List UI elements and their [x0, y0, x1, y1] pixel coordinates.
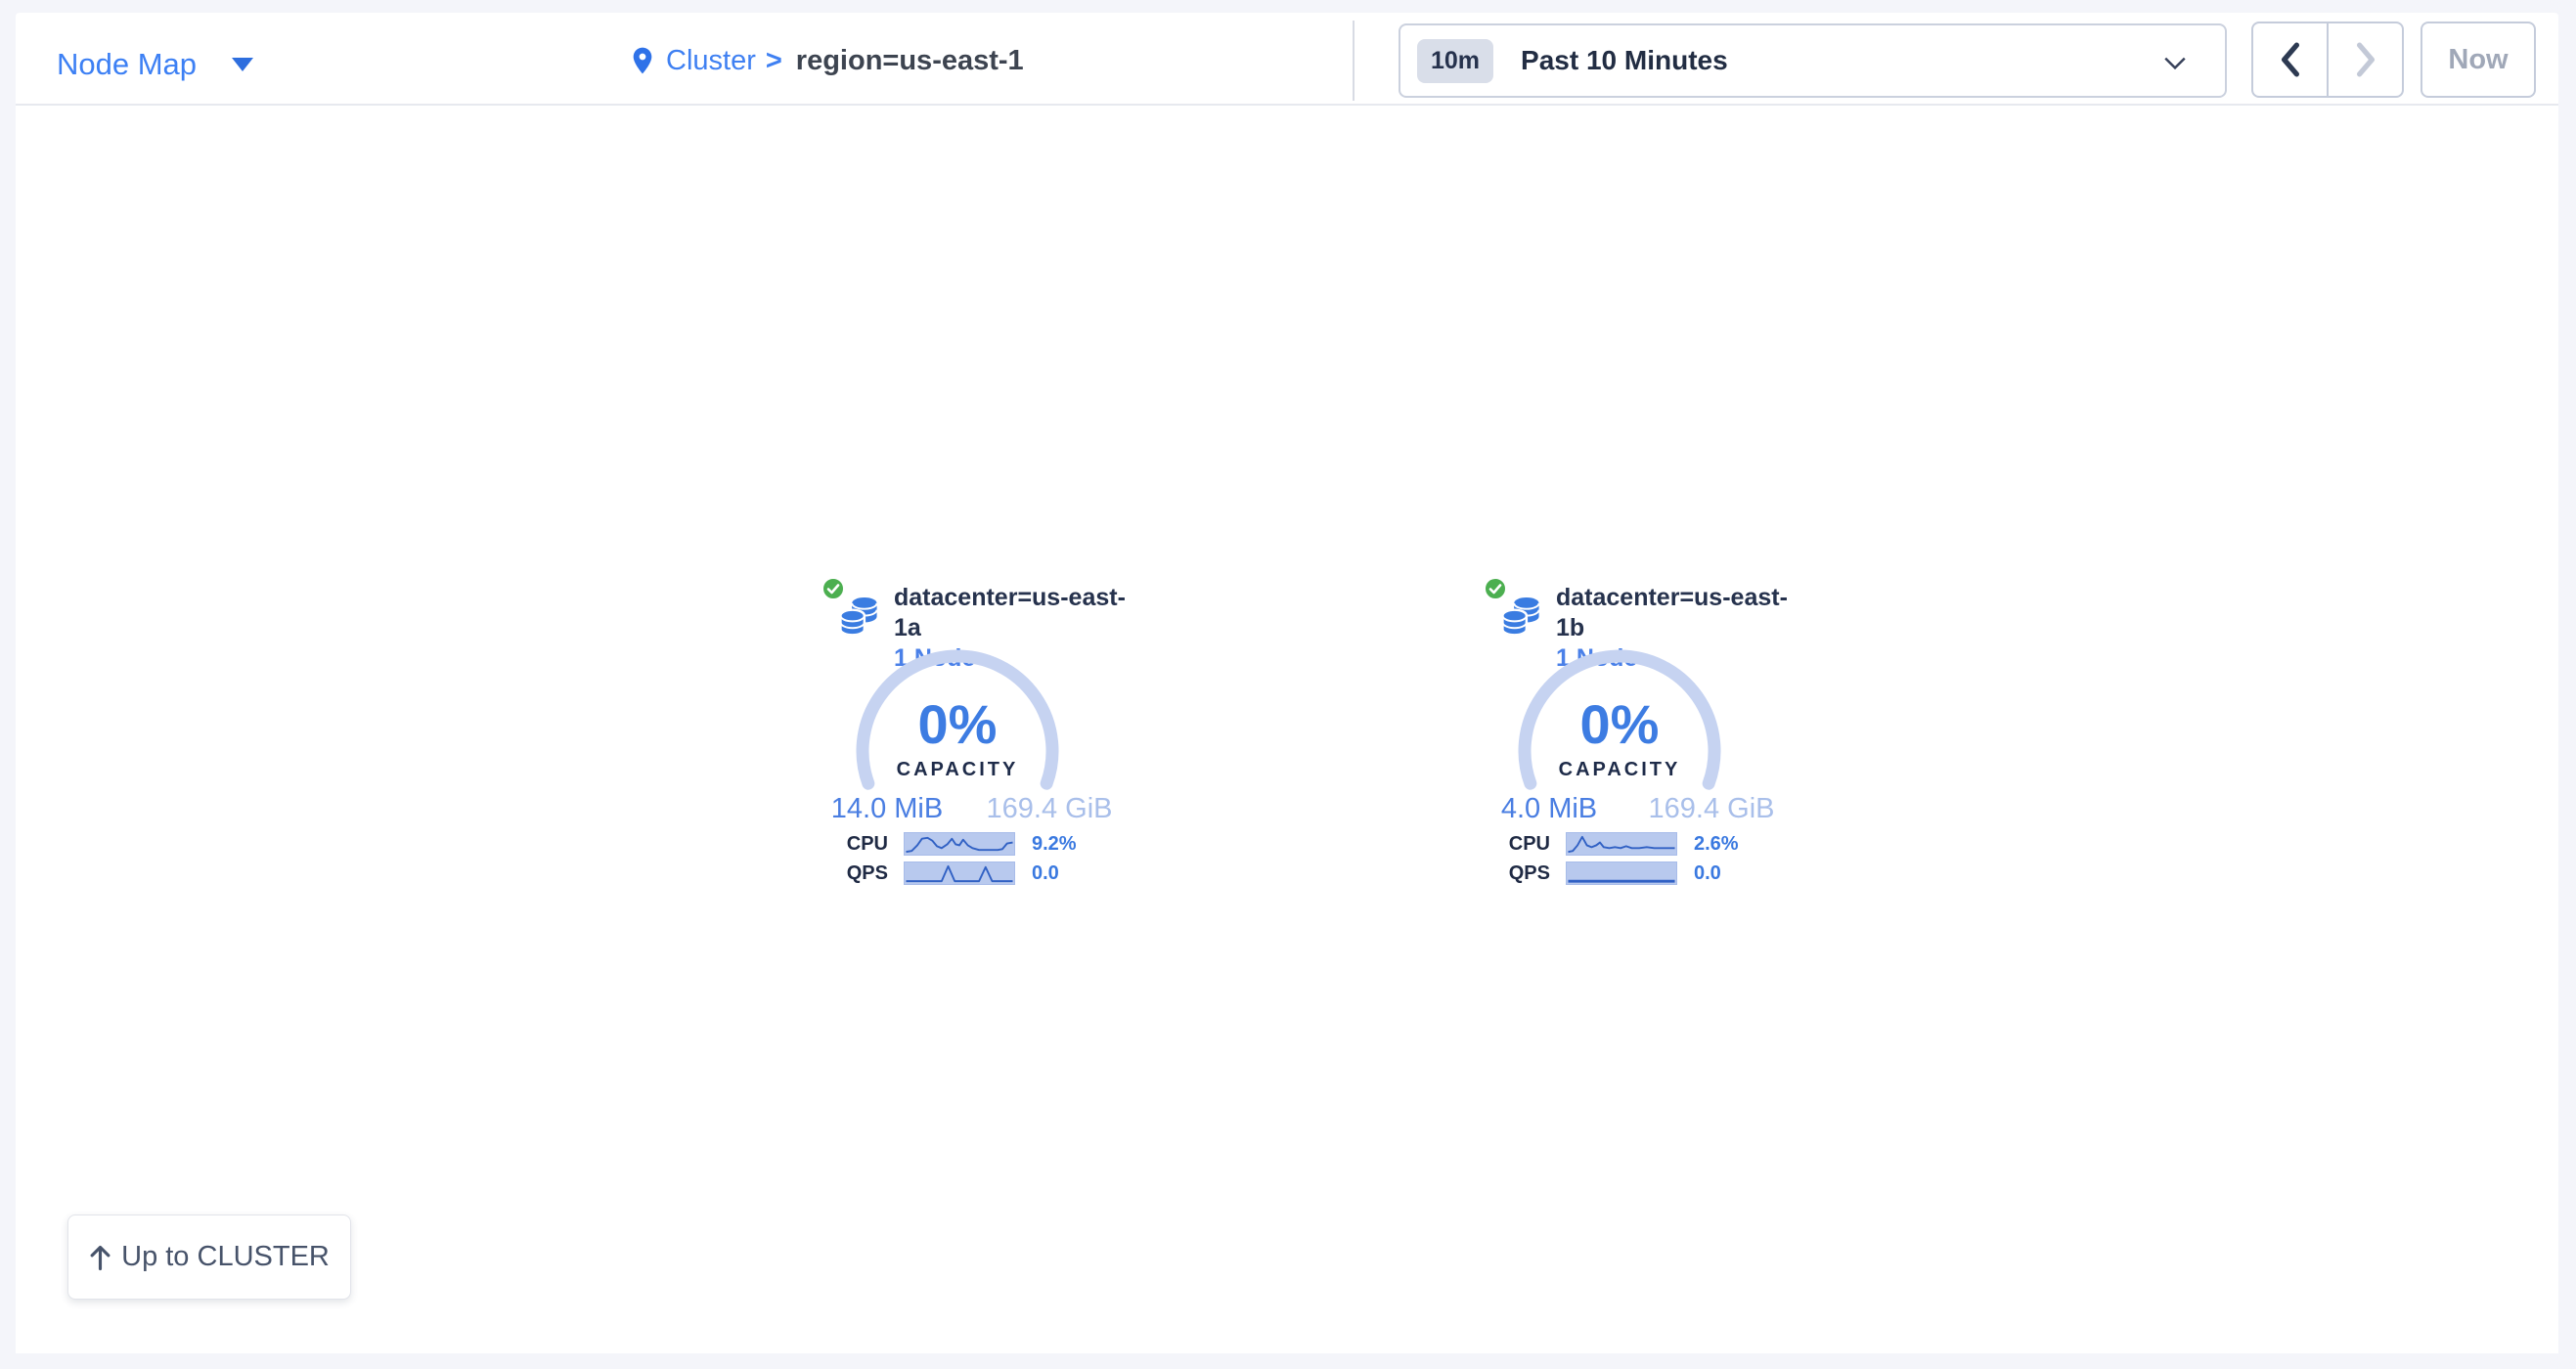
breadcrumb: Cluster > region=us-east-1: [629, 42, 1024, 79]
up-to-cluster-label: Up to CLUSTER: [121, 1241, 330, 1273]
qps-label: QPS: [1444, 861, 1550, 885]
arrow-up-icon: [89, 1244, 111, 1271]
time-next-button[interactable]: [2329, 23, 2402, 96]
locality-title: datacenter=us-east-1b: [1556, 583, 1797, 643]
cpu-label: CPU: [1444, 832, 1550, 856]
chevron-down-icon: [2164, 57, 2186, 69]
capacity-used-value: 4.0 MiB: [1501, 793, 1597, 825]
database-stack-icon: [1501, 596, 1540, 639]
topbar-divider: [1353, 21, 1355, 101]
capacity-total-value: 169.4 GiB: [987, 793, 1113, 825]
time-range-badge: 10m: [1417, 39, 1493, 83]
capacity-label: CAPACITY: [897, 759, 1019, 781]
locality-card-us-east-1a[interactable]: datacenter=us-east-1a 1 Node 0% CAPACITY…: [782, 575, 1134, 898]
capacity-percent: 0%: [918, 694, 998, 755]
capacity-label: CAPACITY: [1559, 759, 1681, 781]
healthy-check-icon: [822, 577, 845, 600]
capacity-percent: 0%: [1580, 694, 1660, 755]
location-pin-icon: [629, 42, 656, 79]
main-panel: Node Map Cluster > region=us-east-1 10m …: [16, 13, 2558, 1353]
node-map-canvas: datacenter=us-east-1a 1 Node 0% CAPACITY…: [16, 108, 2558, 1353]
time-prev-button[interactable]: [2253, 23, 2329, 96]
qps-sparkline: [904, 861, 1015, 885]
qps-sparkline: [1566, 861, 1677, 885]
node-map-page: { "topbar": { "view_selector_label": "No…: [0, 0, 2576, 1369]
cpu-value: 9.2%: [1032, 832, 1077, 856]
chevron-right-icon: [2354, 42, 2377, 77]
healthy-check-icon: [1484, 577, 1507, 600]
time-nav-group: [2251, 22, 2404, 98]
chevron-left-icon: [2279, 42, 2302, 77]
view-selector-label: Node Map: [57, 48, 197, 81]
now-button[interactable]: Now: [2421, 22, 2536, 98]
capacity-used-value: 14.0 MiB: [831, 793, 943, 825]
cpu-value: 2.6%: [1694, 832, 1739, 856]
database-stack-icon: [839, 596, 878, 639]
capacity-total-value: 169.4 GiB: [1649, 793, 1775, 825]
top-bar: Node Map Cluster > region=us-east-1 10m …: [16, 13, 2558, 106]
breadcrumb-current: region=us-east-1: [796, 45, 1024, 77]
locality-card-us-east-1b[interactable]: datacenter=us-east-1b 1 Node 0% CAPACITY…: [1444, 575, 1797, 898]
qps-value: 0.0: [1032, 861, 1059, 885]
qps-value: 0.0: [1694, 861, 1721, 885]
cpu-metric-row: CPU 2.6%: [1444, 832, 1797, 856]
cpu-sparkline: [904, 832, 1015, 856]
caret-down-icon: [232, 58, 253, 71]
breadcrumb-cluster-link[interactable]: Cluster: [666, 45, 756, 77]
time-range-label: Past 10 Minutes: [1521, 45, 1728, 76]
up-to-cluster-button[interactable]: Up to CLUSTER: [67, 1214, 351, 1300]
cpu-metric-row: CPU 9.2%: [782, 832, 1134, 856]
cpu-label: CPU: [782, 832, 888, 856]
breadcrumb-separator: >: [766, 45, 782, 77]
qps-label: QPS: [782, 861, 888, 885]
locality-title: datacenter=us-east-1a: [894, 583, 1134, 643]
view-selector-dropdown[interactable]: Node Map: [57, 48, 253, 81]
cpu-sparkline: [1566, 832, 1677, 856]
time-range-dropdown[interactable]: 10m Past 10 Minutes: [1399, 23, 2227, 98]
qps-metric-row: QPS 0.0: [1444, 861, 1797, 885]
qps-metric-row: QPS 0.0: [782, 861, 1134, 885]
